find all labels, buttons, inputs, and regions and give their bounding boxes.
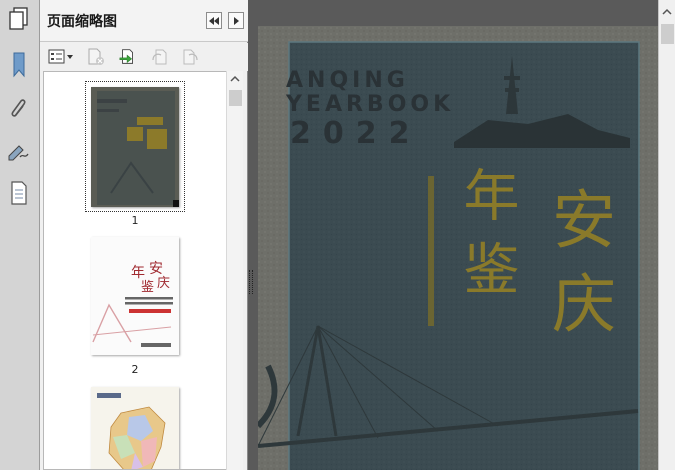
pdf-reader-window: 页面缩略图 1 年 安 鉴 庆 2 ANQING YEARBOOK 2022 年… [0, 0, 675, 470]
thumbnail-list[interactable]: 1 年 安 鉴 庆 2 [43, 71, 227, 470]
cover-year: 2022 [290, 116, 422, 151]
document-scrollbar[interactable] [658, 0, 675, 470]
rotate-left-icon[interactable] [150, 48, 170, 66]
document-properties-icon[interactable] [6, 180, 32, 206]
pdf-page-cover: ANQING YEARBOOK 2022 年 鉴 安 庆 [258, 26, 658, 470]
thumbnail-1[interactable] [91, 87, 179, 207]
cover-title-cn-right: 安 庆 [541, 186, 615, 335]
thumbnail-scrollbar-thumb[interactable] [229, 90, 242, 106]
svg-text:安: 安 [149, 261, 163, 277]
thumbnail-scrollbar[interactable] [226, 71, 243, 470]
cover-title-en-line1: ANQING [286, 68, 409, 93]
delete-page-icon[interactable] [86, 48, 106, 66]
thumbnail-3[interactable] [91, 387, 179, 469]
expand-panel-button[interactable] [228, 12, 244, 29]
navigation-icon-strip [0, 0, 40, 470]
map-thumbnail-image [91, 387, 179, 469]
scroll-up-arrow-icon[interactable] [227, 71, 243, 87]
svg-text:年: 年 [131, 265, 145, 281]
panel-title: 页面缩略图 [47, 14, 117, 30]
insert-page-icon[interactable] [118, 48, 138, 66]
svg-text:鉴: 鉴 [141, 280, 154, 295]
thumbnail-toolbar [40, 43, 248, 71]
panel-header: 页面缩略图 [40, 0, 248, 42]
panel-resize-handle[interactable] [249, 270, 253, 294]
pages-thumbnail-icon[interactable] [6, 6, 32, 32]
document-scrollbar-thumb[interactable] [661, 24, 674, 44]
cover-thumbnail-image [91, 87, 179, 207]
signature-icon[interactable] [6, 138, 32, 164]
document-view[interactable]: ANQING YEARBOOK 2022 年 鉴 安 庆 [249, 0, 658, 470]
bookmark-icon[interactable] [6, 52, 32, 78]
thumbnail-2-label: 2 [131, 363, 139, 376]
doc-scroll-up-arrow-icon[interactable] [659, 4, 675, 20]
rotate-right-icon[interactable] [180, 48, 200, 66]
page-thumbnails-panel: 页面缩略图 1 年 安 鉴 庆 2 [40, 0, 248, 470]
thumbnail-2[interactable]: 年 安 鉴 庆 [91, 237, 179, 355]
attachment-icon[interactable] [6, 96, 32, 122]
title-page-thumbnail-image: 年 安 鉴 庆 [91, 237, 179, 355]
thumbnail-1-label: 1 [131, 214, 139, 227]
chevron-right-icon [234, 16, 239, 25]
double-chevron-left-icon [209, 16, 219, 25]
options-menu-icon[interactable] [48, 48, 74, 66]
cover-title-en-line2: YEARBOOK [286, 92, 455, 117]
collapse-panel-button[interactable] [206, 12, 222, 29]
svg-text:庆: 庆 [157, 276, 170, 291]
cover-title-cn-left: 年 鉴 [454, 166, 519, 296]
